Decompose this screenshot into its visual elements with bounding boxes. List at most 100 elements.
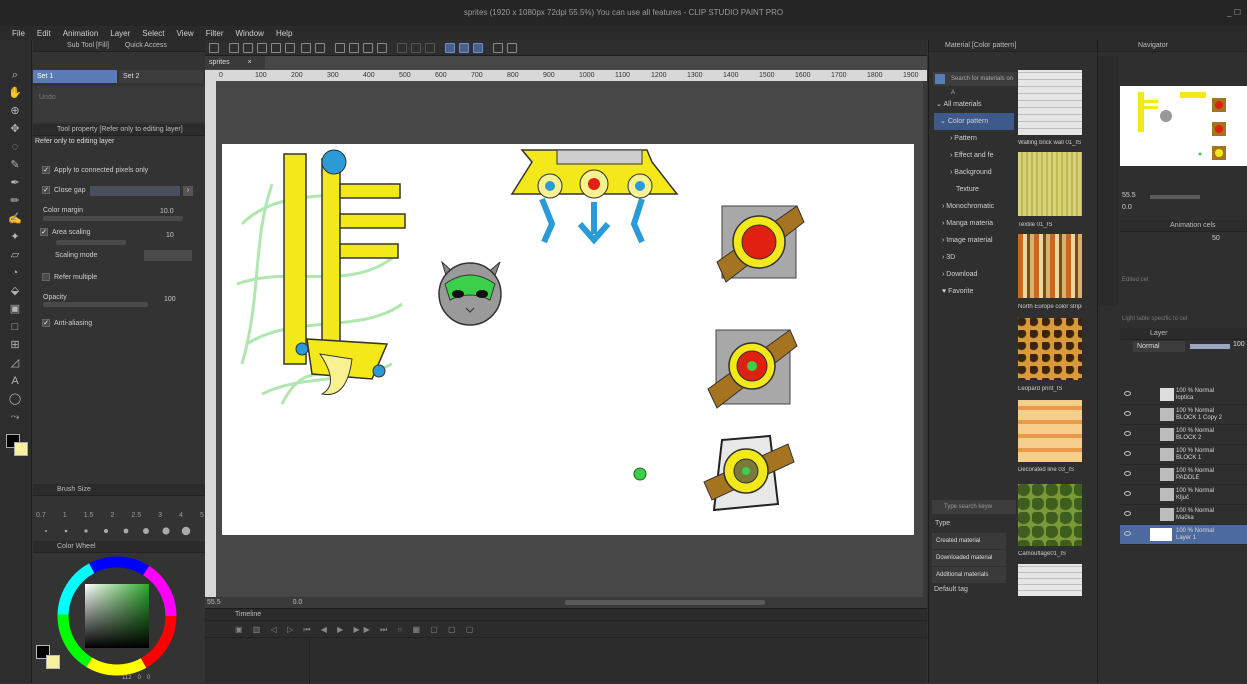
undo-icon[interactable] (301, 43, 311, 53)
anti-aliasing-row[interactable]: ✓ Anti-aliasing (42, 317, 210, 331)
select-icon[interactable] (397, 43, 407, 53)
checkbox-icon[interactable] (42, 273, 50, 282)
eye-icon[interactable] (1124, 411, 1131, 416)
operation-icon[interactable]: ⊕ (8, 104, 22, 118)
thumb-decorated-line[interactable] (1018, 400, 1082, 462)
blend-mode-select[interactable]: Normal (1133, 341, 1185, 352)
eraser-icon[interactable]: ▱ (8, 248, 22, 262)
close-gap-selector[interactable] (90, 186, 180, 196)
close-icon[interactable]: × (248, 59, 252, 66)
document-tab[interactable]: sprites × (205, 56, 265, 69)
redo-icon[interactable] (315, 43, 325, 53)
open-icon[interactable] (243, 43, 253, 53)
type-additional[interactable]: Additional materials (932, 567, 1006, 583)
layer-row-selected[interactable]: 100 % Normal Layer 1 (1120, 525, 1247, 545)
brush-size-item[interactable]: 1.5 (84, 512, 94, 519)
perspective-icon[interactable] (507, 43, 517, 53)
ruler-icon[interactable] (493, 43, 503, 53)
area-scaling-slider[interactable] (56, 240, 126, 245)
move-icon[interactable]: ✥ (8, 122, 22, 136)
checkbox-icon[interactable]: ✓ (40, 228, 48, 237)
brush-size-item[interactable]: 4 (179, 512, 183, 519)
area-scaling-value[interactable]: 10 (166, 232, 174, 239)
navigator-preview[interactable] (1120, 86, 1247, 166)
lasso-icon[interactable]: ◌ (8, 140, 22, 154)
navigator-zoom-slider[interactable] (1150, 195, 1200, 199)
fill-icon[interactable] (363, 43, 373, 53)
drawing-canvas[interactable] (222, 144, 914, 535)
layer-row[interactable]: 100 % Normal BLOCK 1 Copy 2 (1120, 405, 1247, 425)
tree-item-texture[interactable]: Texture (934, 181, 1014, 198)
color-margin-value[interactable]: 10.0 (160, 208, 174, 215)
apply-connected-row[interactable]: ✓ Apply to connected pixels only (42, 164, 210, 178)
tree-item-download[interactable]: › Download (934, 266, 1014, 283)
brush-icon[interactable]: ✍ (8, 212, 22, 226)
tree-item-pattern[interactable]: › Pattern (934, 130, 1014, 147)
eye-icon[interactable] (1124, 531, 1131, 536)
brush-size-item[interactable]: 5 (200, 512, 204, 519)
undo-label[interactable]: Undo (39, 94, 56, 101)
color-margin-slider[interactable] (43, 216, 183, 221)
thumb-brick-wall[interactable] (1018, 70, 1082, 135)
tree-item-image[interactable]: › Image material (934, 232, 1014, 249)
opacity-slider[interactable] (43, 302, 148, 307)
checkbox-icon[interactable]: ✓ (42, 166, 50, 175)
eye-icon[interactable] (1124, 391, 1131, 396)
thumb-leopard[interactable] (1018, 318, 1082, 380)
layer-row[interactable]: 100 % Normal loptica (1120, 385, 1247, 405)
fill-icon[interactable]: ⬙ (8, 284, 22, 298)
ruler-tool-icon[interactable]: ◿ (8, 356, 22, 370)
balloon-icon[interactable]: ◯ (8, 392, 22, 406)
layer-row[interactable]: 100 % Normal BLOCK 1 (1120, 445, 1247, 465)
select-icon[interactable] (411, 43, 421, 53)
export-icon[interactable] (285, 43, 295, 53)
brush-size-item[interactable]: 1 (63, 512, 67, 519)
snap-special-icon[interactable] (459, 43, 469, 53)
horizontal-scrollbar[interactable] (565, 600, 765, 605)
eyedropper-icon[interactable]: ✎ (8, 158, 22, 172)
thumb-partial[interactable] (1018, 564, 1082, 596)
eye-icon[interactable] (1124, 471, 1131, 476)
layer-row[interactable]: 100 % Normal BLOCK 2 (1120, 425, 1247, 445)
chevron-right-icon[interactable]: › (183, 186, 193, 196)
eye-icon[interactable] (1124, 451, 1131, 456)
gradient-icon[interactable]: ▣ (8, 302, 22, 316)
pen-icon[interactable]: ✒ (8, 176, 22, 190)
export-icon[interactable] (271, 43, 281, 53)
opacity-value[interactable]: 100 (164, 296, 176, 303)
angle-value[interactable]: 0.0 (293, 599, 303, 606)
blend-icon[interactable]: ◔ (8, 266, 22, 280)
figure-icon[interactable]: □ (8, 320, 22, 334)
pencil-icon[interactable]: ✏ (8, 194, 22, 208)
menu-layer[interactable]: Layer (110, 29, 130, 38)
menu-edit[interactable]: Edit (37, 29, 51, 38)
vertical-scrollbar[interactable] (923, 81, 927, 601)
tree-item-effect[interactable]: › Effect and fe (934, 147, 1014, 164)
zoom-icon[interactable]: ⌕ (8, 68, 22, 82)
area-scaling-row[interactable]: ✓ Area scaling (40, 226, 208, 240)
set-2-tab[interactable]: Set 2 (119, 70, 203, 83)
layer-row[interactable]: 100 % Normal Mačka (1120, 505, 1247, 525)
thumb-stripe[interactable] (1018, 234, 1082, 298)
transform-icon[interactable] (377, 43, 387, 53)
clear-icon[interactable] (349, 43, 359, 53)
navigator-angle[interactable]: 0.0 (1122, 204, 1132, 211)
menu-help[interactable]: Help (276, 29, 292, 38)
airbrush-icon[interactable]: ✦ (8, 230, 22, 244)
hand-icon[interactable]: ✋ (8, 86, 22, 100)
type-created[interactable]: Created material (932, 533, 1006, 549)
layer-opacity-value[interactable]: 100 (1233, 341, 1245, 348)
sub-color-swatch[interactable] (14, 442, 28, 456)
snap-ruler-icon[interactable] (445, 43, 455, 53)
clip-studio-icon[interactable] (209, 43, 219, 53)
brush-size-dots[interactable] (40, 526, 200, 536)
navigator-zoom[interactable]: 55.5 (1122, 192, 1136, 199)
menu-animation[interactable]: Animation (63, 29, 99, 38)
save-icon[interactable] (257, 43, 267, 53)
window-controls[interactable]: _ ☐ (1227, 0, 1241, 26)
tree-item-all[interactable]: ⌄ All materials (934, 96, 1014, 113)
keyword-search-input[interactable]: Type search keyw (932, 500, 1016, 514)
type-downloaded[interactable]: Downloaded material (932, 550, 1006, 566)
eye-icon[interactable] (1124, 491, 1131, 496)
thumb-textile[interactable] (1018, 152, 1082, 216)
